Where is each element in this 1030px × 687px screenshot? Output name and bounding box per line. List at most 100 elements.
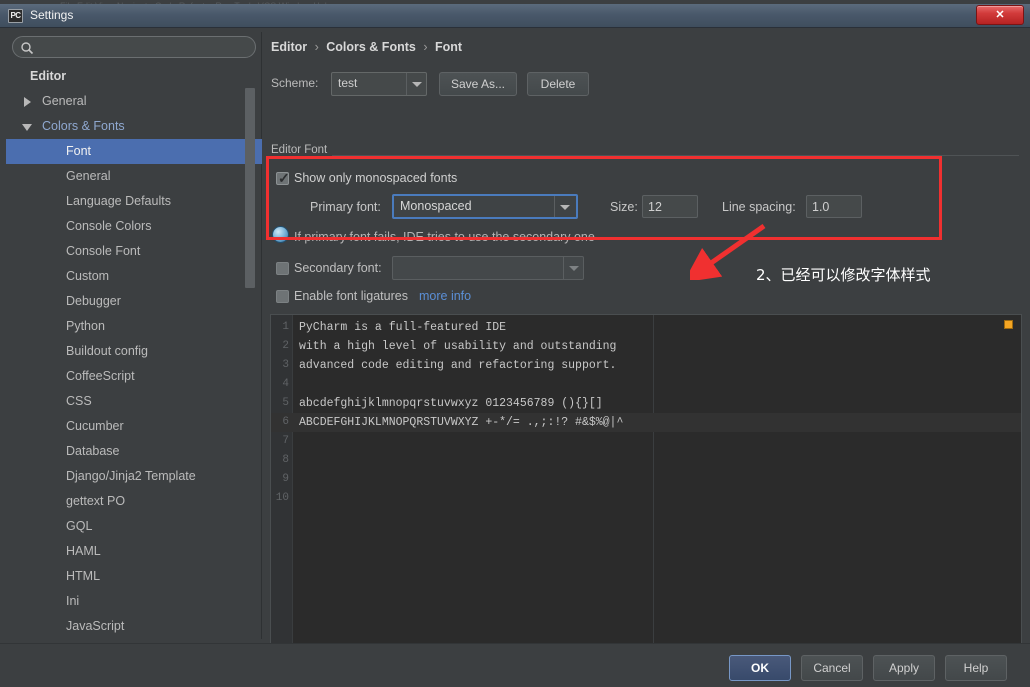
sidebar-item-language-defaults[interactable]: Language Defaults xyxy=(6,189,262,214)
breadcrumb-part-editor[interactable]: Editor xyxy=(271,40,307,54)
chevron-down-icon[interactable] xyxy=(563,257,583,279)
sidebar-item-console-colors[interactable]: Console Colors xyxy=(6,214,262,239)
dialog-title: Settings xyxy=(30,8,74,22)
breadcrumb-part-font[interactable]: Font xyxy=(435,40,462,54)
line-number: 5 xyxy=(282,397,289,409)
sidebar-item-label: Debugger xyxy=(66,294,121,308)
screen-root: File Edit View Navigate Code Refactor Ru… xyxy=(0,0,1030,687)
chevron-down-icon[interactable] xyxy=(406,73,426,95)
sidebar-item-label: GQL xyxy=(66,519,93,533)
ligatures-checkbox[interactable] xyxy=(276,290,289,303)
sidebar-item-font[interactable]: Font xyxy=(6,139,262,164)
sidebar-item-label: Colors & Fonts xyxy=(42,119,125,133)
line-spacing-input[interactable] xyxy=(806,195,862,218)
sidebar-item-django-jinja2-template[interactable]: Django/Jinja2 Template xyxy=(6,464,262,489)
font-preview-editor[interactable]: 1 PyCharm is a full-featured IDE 2 with a h… xyxy=(270,314,1022,654)
settings-tree[interactable]: Editor General Colors & Fonts Font General La… xyxy=(6,64,262,639)
cancel-button[interactable]: Cancel xyxy=(801,655,863,681)
sidebar-item-label: gettext PO xyxy=(66,494,126,508)
line-number: 3 xyxy=(282,359,289,371)
scheme-select[interactable]: test xyxy=(331,72,427,96)
sidebar-item-html[interactable]: HTML xyxy=(6,564,262,589)
preview-code-line: 5 abcdefghijklmnopqrstuvwxyz 0123456789 (… xyxy=(271,394,1021,413)
sidebar-item-label: Language Defaults xyxy=(66,194,171,208)
error-stripe-marker-icon[interactable] xyxy=(1004,320,1013,329)
sidebar-item-label: General xyxy=(66,169,111,183)
sidebar-item-coffeescript[interactable]: CoffeeScript xyxy=(6,364,262,389)
ok-button[interactable]: OK xyxy=(729,655,791,681)
sidebar-item-css[interactable]: CSS xyxy=(6,389,262,414)
apply-button[interactable]: Apply xyxy=(873,655,935,681)
line-number: 1 xyxy=(282,321,289,333)
sidebar-item-general[interactable]: General xyxy=(6,164,262,189)
sidebar-item-general[interactable]: General xyxy=(6,89,262,114)
sidebar-item-cucumber[interactable]: Cucumber xyxy=(6,414,262,439)
sidebar-item-debugger[interactable]: Debugger xyxy=(6,289,262,314)
help-button[interactable]: Help xyxy=(945,655,1007,681)
pycharm-icon: PC xyxy=(8,9,23,23)
secondary-font-hint: If primary font fails, IDE tries to use … xyxy=(294,230,595,244)
more-info-link[interactable]: more info xyxy=(419,289,471,303)
line-number: 4 xyxy=(282,378,289,390)
sidebar-item-custom[interactable]: Custom xyxy=(6,264,262,289)
secondary-font-checkbox[interactable] xyxy=(276,262,289,275)
sidebar-item-label: Console Font xyxy=(66,244,141,258)
preview-code-line: 2 with a high level of usability and outs… xyxy=(271,337,1021,356)
sidebar-item-haml[interactable]: HAML xyxy=(6,539,262,564)
secondary-font-select[interactable] xyxy=(392,256,584,280)
sidebar-item-python[interactable]: Python xyxy=(6,314,262,339)
ligatures-label[interactable]: Enable font ligatures xyxy=(294,289,408,303)
annotation-text: 2、已经可以修改字体样式 xyxy=(756,266,931,284)
sidebar-item-label: Custom xyxy=(66,269,110,283)
font-size-input[interactable] xyxy=(642,195,698,218)
dialog-titlebar: PC Settings ✕ xyxy=(0,4,1030,28)
close-icon[interactable]: ✕ xyxy=(976,5,1024,25)
chevron-down-icon[interactable] xyxy=(6,114,42,139)
sidebar-item-label: Console Colors xyxy=(66,219,152,233)
sidebar-item-label: Database xyxy=(66,444,120,458)
sidebar-item-label: HTML xyxy=(66,569,101,583)
line-number: 7 xyxy=(282,435,289,447)
sidebar-item-gettext-po[interactable]: gettext PO xyxy=(6,489,262,514)
sidebar-item-editor[interactable]: Editor xyxy=(6,64,262,89)
search-input[interactable] xyxy=(39,37,251,57)
sidebar-item-label: Django/Jinja2 Template xyxy=(66,469,196,483)
chevron-down-icon[interactable] xyxy=(554,196,576,217)
line-text: with a high level of usability and outst… xyxy=(299,340,617,353)
sidebar-item-ini[interactable]: Ini xyxy=(6,589,262,614)
chevron-right-icon[interactable] xyxy=(6,89,42,114)
sidebar-item-gql[interactable]: GQL xyxy=(6,514,262,539)
show-monospaced-checkbox[interactable]: ✓ xyxy=(276,170,290,186)
preview-code-line: 8 xyxy=(271,451,1021,470)
sidebar-item-label: Python xyxy=(66,319,105,333)
preview-code-line: 4 xyxy=(271,375,1021,394)
line-number: 9 xyxy=(282,473,289,485)
sidebar-item-buildout-config[interactable]: Buildout config xyxy=(6,339,262,364)
preview-code-line: 6 ABCDEFGHIJKLMNOPQRSTUVWXYZ +-*/= .,;:!?… xyxy=(271,413,1021,432)
breadcrumb-part-colors-fonts[interactable]: Colors & Fonts xyxy=(326,40,416,54)
preview-code-line: 10 xyxy=(271,489,1021,508)
primary-font-select[interactable]: Monospaced xyxy=(392,194,578,219)
save-as-button[interactable]: Save As... xyxy=(439,72,517,96)
sidebar-item-console-font[interactable]: Console Font xyxy=(6,239,262,264)
preview-code-line: 9 xyxy=(271,470,1021,489)
dialog-body: Editor General Colors & Fonts Font General La… xyxy=(0,28,1030,654)
primary-font-value: Monospaced xyxy=(400,199,472,213)
preview-scrollbar[interactable] xyxy=(1022,314,1028,654)
sidebar-item-javascript[interactable]: JavaScript xyxy=(6,614,262,639)
delete-button[interactable]: Delete xyxy=(527,72,589,96)
sidebar-item-label: General xyxy=(42,94,87,108)
search-icon xyxy=(20,41,34,55)
sidebar-item-colors-fonts[interactable]: Colors & Fonts xyxy=(6,114,262,139)
settings-dialog: PC Settings ✕ Editor General Colors & Font… xyxy=(0,4,1030,687)
preview-code-line: 7 xyxy=(271,432,1021,451)
show-monospaced-label[interactable]: Show only monospaced fonts xyxy=(294,171,457,185)
breadcrumb-separator-1: › xyxy=(314,40,319,54)
line-number: 10 xyxy=(275,492,289,504)
sidebar-scrollbar-thumb[interactable] xyxy=(245,88,255,288)
search-box[interactable] xyxy=(12,36,256,58)
preview-code-line: 1 PyCharm is a full-featured IDE xyxy=(271,318,1021,337)
checkmark-icon: ✓ xyxy=(278,170,290,186)
sidebar-item-database[interactable]: Database xyxy=(6,439,262,464)
breadcrumb: Editor › Colors & Fonts › Font xyxy=(271,40,462,54)
